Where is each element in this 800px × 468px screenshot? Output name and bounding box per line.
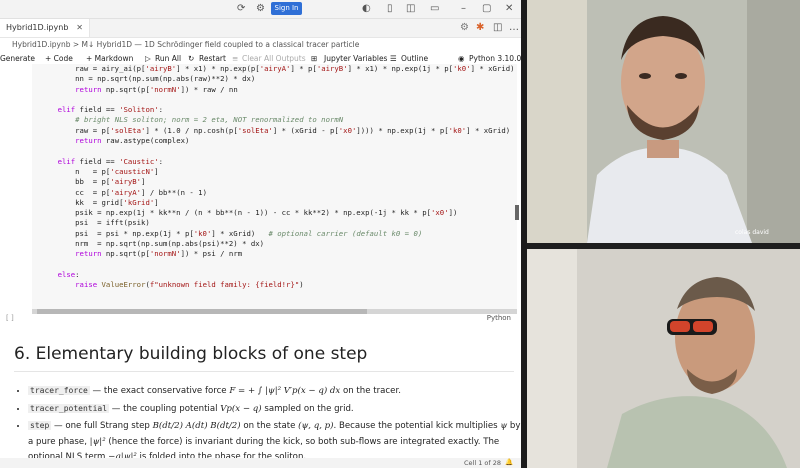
cell-language[interactable]: Python xyxy=(487,314,511,322)
maximize-icon[interactable]: ▢ xyxy=(482,3,491,14)
code-line[interactable]: raw = p['solEta'] * (1.0 / np.cosh(p['so… xyxy=(40,126,510,135)
cell-position[interactable]: Cell 1 of 28 xyxy=(464,459,501,467)
bullet-text: sampled on the grid. xyxy=(261,403,354,414)
kernel-icon: ◉ xyxy=(458,54,465,63)
code-text[interactable]: raw = airy_ai(p['airyB'] * x1) * np.exp(… xyxy=(32,64,517,291)
cell-execution-count: [ ] xyxy=(6,314,14,322)
close-window-icon[interactable]: ✕ xyxy=(505,3,513,14)
add-markdown-button[interactable]: + Markdown xyxy=(86,54,133,63)
math: (ψ, q, p) xyxy=(298,421,334,431)
vertical-scrollbar[interactable] xyxy=(515,205,519,220)
copilot-icon[interactable]: ◐ xyxy=(362,3,371,14)
variables-icon: ⊞ xyxy=(311,54,318,63)
code-line[interactable]: return raw.astype(complex) xyxy=(40,136,189,145)
code-line[interactable]: cc = p['airyA'] / bb**(n - 1) xyxy=(40,188,207,197)
layout-icon[interactable]: ▯ xyxy=(387,3,393,14)
section-heading: 6. Elementary building blocks of one ste… xyxy=(14,344,368,364)
code-line[interactable]: elif field == 'Caustic': xyxy=(40,157,163,166)
math: Vp(x − q) xyxy=(220,403,262,414)
kernel-selector[interactable]: Python 3.10.0 xyxy=(469,54,521,63)
bullet-text: — the exact conservative force xyxy=(89,386,230,396)
panel-icon[interactable]: ▭ xyxy=(430,3,439,14)
code-line[interactable]: else: xyxy=(40,270,80,279)
video-tile-self[interactable] xyxy=(527,249,800,468)
code-line[interactable]: psik = np.exp(1j * kk**n / (n * bb**(n -… xyxy=(40,208,457,217)
code-line[interactable]: bb = p['airyB'] xyxy=(40,177,145,186)
divider xyxy=(14,371,514,372)
restart-icon: ↻ xyxy=(188,54,195,63)
minimize-icon[interactable]: – xyxy=(461,3,466,14)
sign-in-button[interactable]: Sign In xyxy=(271,2,302,15)
list-item: tracer_force — the exact conservative fo… xyxy=(28,383,521,400)
bullet-text: — the coupling potential xyxy=(109,403,221,414)
clear-icon: ≡ xyxy=(232,54,239,63)
video-tile-participant[interactable]: colas david xyxy=(527,0,800,243)
cell-footer: [ ] Python xyxy=(0,314,521,324)
debug-icon[interactable]: ✱ xyxy=(476,22,484,33)
outline-icon: ☰ xyxy=(390,54,397,63)
run-all-button[interactable]: Run All xyxy=(155,54,181,63)
inline-code: tracer_force xyxy=(28,386,90,395)
code-line[interactable]: return np.sqrt(p['normN']) * psi / nrm xyxy=(40,249,242,258)
add-code-button[interactable]: + Code xyxy=(45,54,73,63)
code-line[interactable]: # bright NLS soliton; norm = 2 eta, NOT … xyxy=(40,115,343,124)
math: B(dt/2) A(dt) B(dt/2) xyxy=(152,421,241,431)
bullet-text: on the tracer. xyxy=(340,386,401,396)
code-line[interactable]: raw = airy_ai(p['airyB'] * x1) * np.exp(… xyxy=(40,64,514,73)
split-editor-icon[interactable]: ◫ xyxy=(493,22,502,33)
editor-tabs: Hybrid1D.ipynb ✕ ⚙ ✱ ◫ … xyxy=(0,19,521,38)
more-icon[interactable]: … xyxy=(509,22,519,33)
clear-all-outputs-button[interactable]: Clear All Outputs xyxy=(242,54,306,63)
code-line[interactable]: psi = ifft(psik) xyxy=(40,218,150,227)
breadcrumb[interactable]: Hybrid1D.ipynb > M↓ Hybrid1D — 1D Schröd… xyxy=(0,38,521,51)
jupyter-variables-button[interactable]: Jupyter Variables xyxy=(324,54,387,63)
tab-label: Hybrid1D.ipynb xyxy=(6,23,69,32)
code-line[interactable]: nn = np.sqrt(np.sum(np.abs(raw)**2) * dx… xyxy=(40,74,255,83)
code-line[interactable]: return np.sqrt(p['normN']) * raw / nn xyxy=(40,85,238,94)
bell-icon[interactable]: 🔔 xyxy=(505,458,513,466)
list-item: tracer_potential — the coupling potentia… xyxy=(28,401,521,418)
bullet-text: — one full Strang step xyxy=(51,421,153,431)
status-bar: Cell 1 of 28 🔔 xyxy=(0,458,521,468)
settings-icon[interactable]: ⚙ xyxy=(256,3,265,14)
code-cell[interactable]: raw = airy_ai(p['airyB'] * x1) * np.exp(… xyxy=(32,64,517,309)
browser-toolbar: ⟳ ⚙ Sign In ◐ ▯ ◫ ▭ – ▢ ✕ xyxy=(0,0,521,19)
split-icon[interactable]: ◫ xyxy=(406,3,415,14)
restart-button[interactable]: Restart xyxy=(199,54,226,63)
bullet-list: tracer_force — the exact conservative fo… xyxy=(14,383,521,467)
outline-button[interactable]: Outline xyxy=(401,54,428,63)
refresh-icon[interactable]: ⟳ xyxy=(237,3,245,14)
inline-code: step xyxy=(28,421,52,430)
bullet-text: on the state xyxy=(240,421,299,431)
inline-code: tracer_potential xyxy=(28,403,110,413)
vscode-notebook-pane: ⟳ ⚙ Sign In ◐ ▯ ◫ ▭ – ▢ ✕ Hybrid1D.ipynb… xyxy=(0,0,521,468)
generate-button[interactable]: Generate xyxy=(0,54,35,63)
gear-icon[interactable]: ⚙ xyxy=(460,22,469,33)
code-line[interactable]: raise ValueError(f"unknown field family:… xyxy=(40,280,304,289)
bullet-text: . Because the potential kick multiplies xyxy=(333,421,501,431)
close-tab-icon[interactable]: ✕ xyxy=(76,19,83,37)
participant-name: colas david xyxy=(735,229,769,236)
tab-hybrid1d[interactable]: Hybrid1D.ipynb ✕ xyxy=(0,19,90,37)
code-line[interactable]: nrm = np.sqrt(np.sum(np.abs(psi)**2) * d… xyxy=(40,239,264,248)
math: |ψ|² xyxy=(89,436,106,447)
run-all-icon: ▷ xyxy=(145,54,151,63)
code-line[interactable]: psi = psi * np.exp(1j * p['k0'] * xGrid)… xyxy=(40,229,422,238)
participant-video xyxy=(527,0,800,243)
self-video xyxy=(527,249,800,468)
math: F = + ∫ |ψ|² V′p(x − q) dx xyxy=(229,386,341,396)
code-line[interactable]: elif field == 'Soliton': xyxy=(40,105,163,114)
code-line[interactable]: n = p['causticN'] xyxy=(40,167,159,176)
code-line[interactable]: kk = grid['kGrid'] xyxy=(40,198,159,207)
